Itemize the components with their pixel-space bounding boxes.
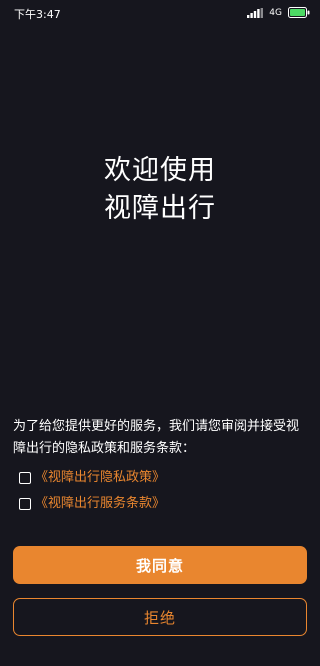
privacy-policy-link[interactable]: 《视障出行隐私政策》: [35, 468, 165, 488]
terms-of-service-link[interactable]: 《视障出行服务条款》: [35, 494, 165, 514]
privacy-policy-checkbox[interactable]: [19, 472, 31, 484]
agree-button[interactable]: 我同意: [13, 546, 307, 584]
battery-icon: [288, 7, 310, 18]
status-bar: 下午3:47 4G: [0, 0, 320, 26]
status-indicators: 4G: [247, 7, 310, 18]
terms-of-service-checkbox[interactable]: [19, 498, 31, 510]
consent-description: 为了给您提供更好的服务，我们请您审阅并接受视障出行的隐私政策和服务条款：: [13, 419, 300, 456]
reject-button[interactable]: 拒绝: [13, 598, 307, 636]
network-type-label: 4G: [269, 7, 282, 18]
welcome-title-line-2: 视障出行: [104, 193, 216, 224]
signal-icon: [247, 7, 264, 18]
status-time: 下午3:47: [14, 8, 61, 21]
welcome-title-line-1: 欢迎使用: [104, 155, 216, 186]
welcome-title: 欢迎使用 视障出行: [0, 152, 320, 228]
privacy-policy-row: 《视障出行隐私政策》: [19, 468, 165, 488]
terms-of-service-row: 《视障出行服务条款》: [19, 494, 165, 514]
